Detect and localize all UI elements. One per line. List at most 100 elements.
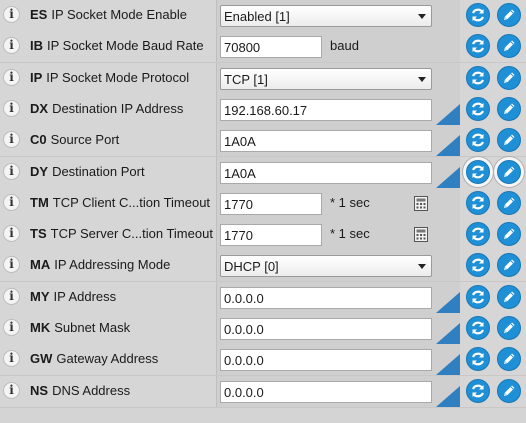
chevron-down-icon [418, 14, 426, 19]
refresh-icon[interactable] [466, 3, 490, 27]
setting-code: MY [30, 288, 50, 304]
dropdown-value: Enabled [1] [224, 9, 290, 24]
dropdown-value: DHCP [0] [224, 259, 279, 275]
setting-name: Subnet Mask [54, 320, 131, 335]
pencil-icon[interactable] [497, 284, 521, 309]
setting-label: TM TCP Client C...tion Timeout [30, 195, 210, 210]
pencil-icon[interactable] [497, 378, 521, 403]
unit-label: baud [330, 38, 359, 54]
setting-code: NS [30, 382, 49, 398]
setting-label: GW Gateway Address [30, 351, 158, 366]
refresh-icon[interactable] [466, 159, 490, 184]
setting-row-dy: i DY Destination Port 1A0A [0, 156, 526, 189]
setting-name: IP Addressing Mode [54, 257, 171, 273]
refresh-icon[interactable] [466, 253, 490, 278]
dropdown-value: TCP [1] [224, 71, 268, 87]
setting-code: MA [30, 257, 51, 273]
info-icon[interactable]: i [3, 6, 20, 23]
pencil-icon[interactable] [497, 128, 521, 153]
setting-code: IB [30, 38, 43, 54]
setting-name: IP Socket Mode Protocol [46, 69, 190, 85]
pencil-icon[interactable] [497, 222, 521, 247]
value-input[interactable]: 70800 [220, 36, 322, 59]
setting-label: DX Destination IP Address [30, 101, 183, 116]
value-input[interactable]: 1770 [220, 224, 322, 247]
value-input[interactable]: 0.0.0.0 [220, 349, 432, 372]
value-dropdown[interactable]: Enabled [1] [220, 5, 432, 27]
refresh-icon[interactable] [466, 34, 490, 59]
modified-corner-marker [436, 103, 460, 125]
refresh-icon[interactable] [466, 128, 490, 153]
value-input[interactable]: 0.0.0.0 [220, 318, 432, 340]
pencil-icon[interactable] [497, 253, 521, 278]
info-icon[interactable]: i [3, 193, 20, 211]
value-dropdown[interactable]: TCP [1] [220, 67, 432, 90]
info-icon[interactable]: i [3, 225, 20, 243]
setting-label: MY IP Address [30, 289, 116, 304]
setting-name: Destination IP Address [52, 100, 184, 116]
pencil-icon[interactable] [497, 316, 521, 340]
info-icon[interactable]: i [3, 350, 20, 368]
setting-row-gw: i GW Gateway Address 0.0.0.0 [0, 344, 526, 377]
info-icon[interactable]: i [3, 99, 20, 117]
setting-code: MK [30, 320, 51, 335]
refresh-icon[interactable] [466, 347, 490, 372]
refresh-icon[interactable] [466, 316, 490, 340]
setting-name: TCP Server C...tion Timeout [50, 226, 213, 242]
value-input[interactable]: 192.168.60.17 [220, 98, 432, 121]
refresh-icon[interactable] [466, 222, 490, 247]
setting-code: DY [30, 163, 49, 179]
modified-corner-marker [436, 291, 460, 313]
info-icon[interactable]: i [3, 162, 20, 180]
setting-label: DY Destination Port [30, 164, 145, 179]
info-icon[interactable]: i [3, 381, 20, 399]
setting-row-ib: i IB IP Socket Mode Baud Rate 70800 baud [0, 31, 526, 64]
setting-label: C0 Source Port [30, 132, 119, 147]
info-icon[interactable]: i [3, 37, 20, 55]
value-input[interactable]: 1A0A [220, 130, 432, 153]
value-input[interactable]: 1770 [220, 192, 322, 215]
setting-label: MK Subnet Mask [30, 320, 130, 335]
refresh-icon[interactable] [466, 96, 490, 121]
value-input[interactable]: 0.0.0.0 [220, 380, 432, 403]
value-input[interactable]: 0.0.0.0 [220, 286, 432, 309]
pencil-icon[interactable] [497, 3, 521, 27]
setting-label: TS TCP Server C...tion Timeout [30, 226, 213, 241]
pencil-icon[interactable] [497, 96, 521, 121]
info-icon[interactable]: i [3, 68, 20, 86]
calculator-icon[interactable] [414, 195, 428, 211]
setting-name: Gateway Address [56, 351, 159, 367]
calculator-icon[interactable] [414, 227, 428, 243]
info-icon[interactable]: i [3, 131, 20, 149]
info-icon[interactable]: i [3, 287, 20, 305]
info-icon[interactable]: i [3, 256, 20, 274]
setting-row-ma: i MA IP Addressing Mode DHCP [0] [0, 250, 526, 283]
modified-corner-marker [436, 135, 460, 157]
refresh-icon[interactable] [466, 190, 490, 215]
refresh-icon[interactable] [466, 378, 490, 403]
refresh-icon[interactable] [466, 65, 490, 90]
setting-code: ES [30, 7, 48, 22]
modified-corner-marker [436, 385, 460, 407]
unit-label: * 1 sec [330, 194, 370, 210]
value-dropdown[interactable]: DHCP [0] [220, 255, 432, 278]
setting-row-ns: i NS DNS Address 0.0.0.0 [0, 375, 526, 408]
refresh-icon[interactable] [466, 284, 490, 309]
setting-name: DNS Address [52, 382, 131, 398]
setting-code: TM [30, 194, 49, 210]
value-input[interactable]: 1A0A [220, 161, 432, 184]
chevron-down-icon [418, 76, 426, 82]
modified-corner-marker [436, 323, 460, 344]
setting-name: IP Socket Mode Baud Rate [47, 38, 204, 54]
pencil-icon[interactable] [497, 347, 521, 372]
pencil-icon[interactable] [497, 34, 521, 59]
pencil-icon[interactable] [497, 65, 521, 90]
modified-corner-marker [436, 166, 460, 188]
setting-row-dx: i DX Destination IP Address 192.168.60.17 [0, 93, 526, 126]
setting-label: NS DNS Address [30, 383, 130, 398]
setting-code: GW [30, 351, 53, 367]
pencil-icon[interactable] [497, 190, 521, 215]
setting-row-ip: i IP IP Socket Mode Protocol TCP [1] [0, 62, 526, 95]
pencil-icon[interactable] [497, 159, 521, 184]
info-icon[interactable]: i [3, 319, 20, 336]
